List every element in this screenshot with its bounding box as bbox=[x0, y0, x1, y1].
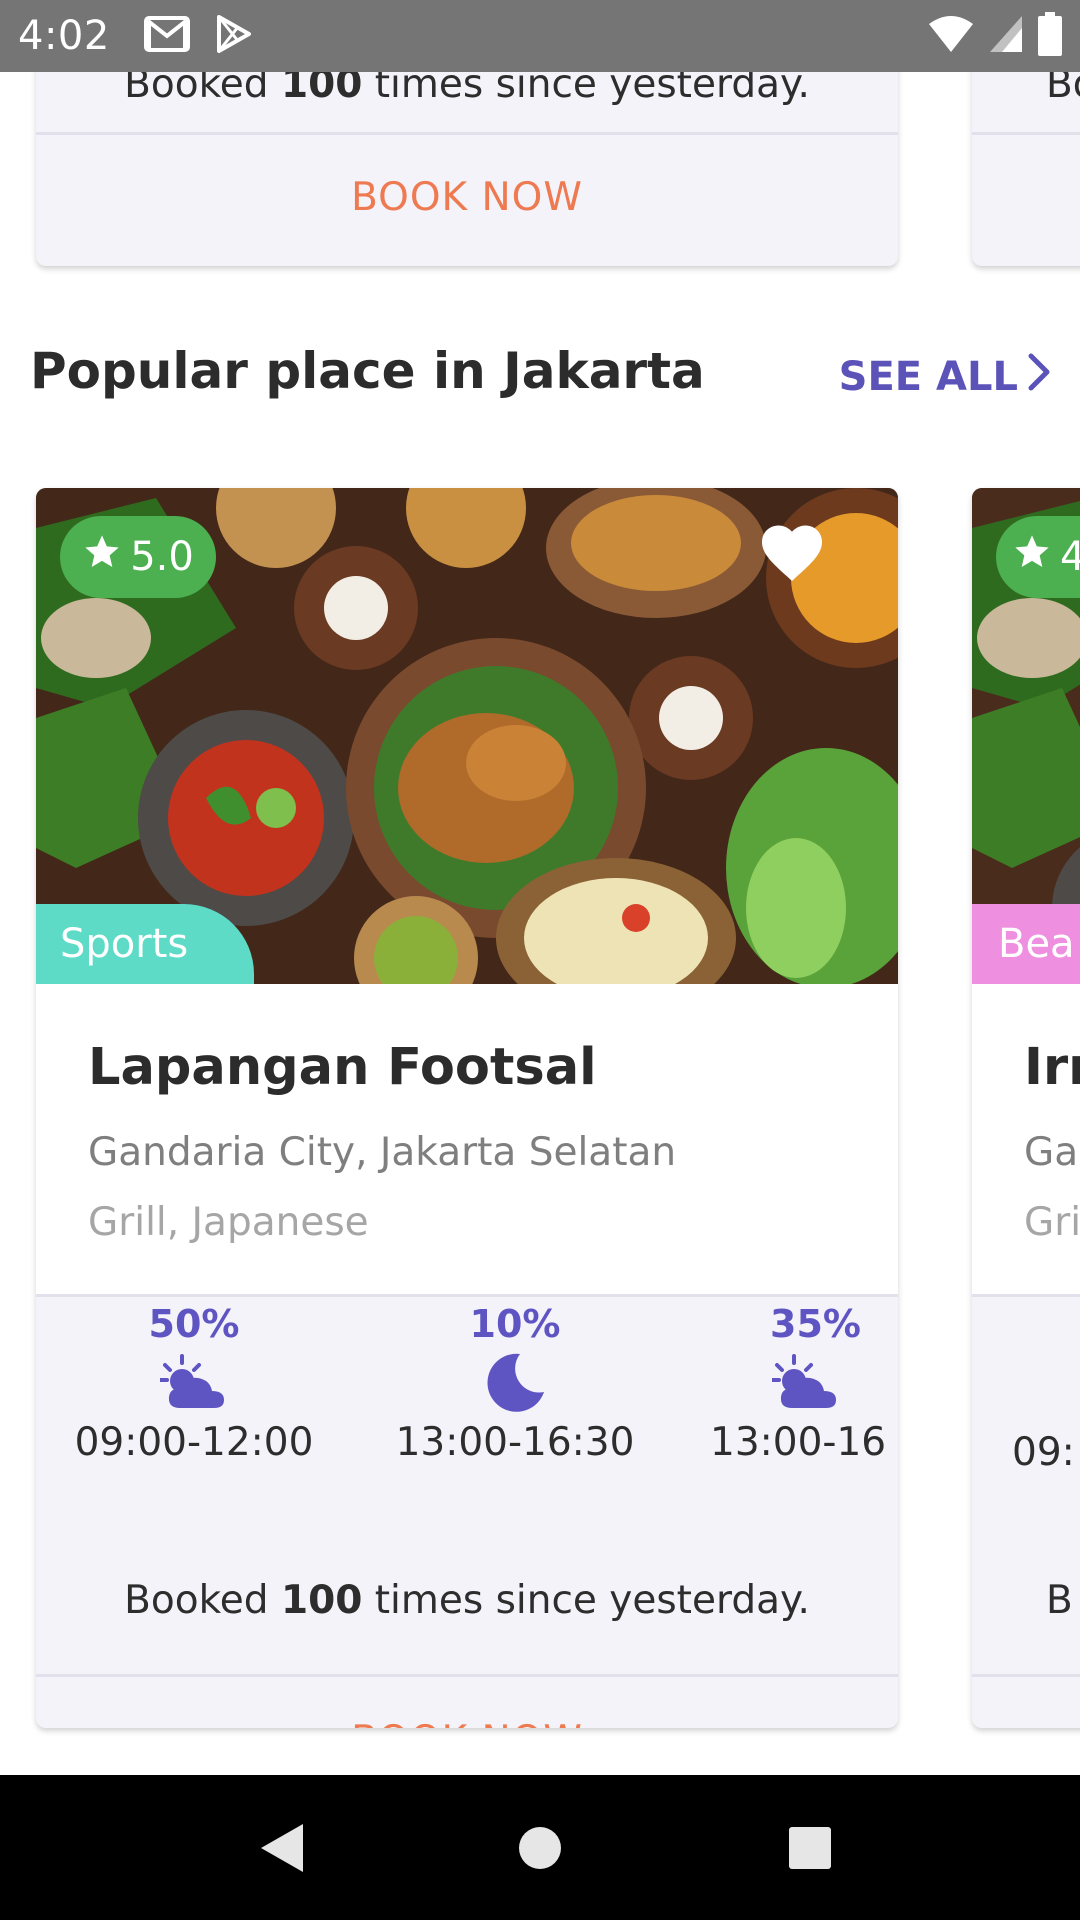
home-button[interactable] bbox=[490, 1775, 590, 1920]
divider bbox=[36, 1674, 898, 1677]
place-name: Lapangan Footsal bbox=[88, 1038, 597, 1097]
place-name: Irr bbox=[1024, 1038, 1080, 1097]
rating-value: 4 bbox=[1060, 534, 1080, 580]
wifi-icon bbox=[928, 14, 974, 58]
slot-time: 13:00-16:30 bbox=[395, 1420, 635, 1465]
section-title: Popular place in Jakarta bbox=[30, 342, 705, 400]
system-nav-bar bbox=[0, 1775, 1080, 1920]
category-tag: Bea bbox=[972, 904, 1080, 984]
partly-cloudy-icon bbox=[706, 1346, 898, 1420]
divider bbox=[972, 1294, 1080, 1297]
back-button[interactable] bbox=[232, 1775, 332, 1920]
place-cuisine: Gri bbox=[1024, 1200, 1080, 1245]
top-card-book-now-button[interactable]: BOOK NOW bbox=[36, 175, 898, 220]
category-tag: Sports bbox=[36, 904, 254, 984]
slot-percent: 10% bbox=[469, 1302, 561, 1346]
slot-percent: 35% bbox=[770, 1302, 861, 1346]
booked-text: B bbox=[1046, 1578, 1073, 1623]
divider bbox=[36, 132, 898, 135]
divider bbox=[972, 132, 1080, 135]
battery-icon bbox=[1038, 12, 1062, 60]
status-time: 4:02 bbox=[18, 13, 110, 59]
time-slot[interactable]: 35% 13:00-16 bbox=[706, 1302, 898, 1465]
favorite-heart-icon[interactable] bbox=[756, 518, 828, 588]
slot-percent: 50% bbox=[148, 1302, 240, 1346]
partly-cloudy-icon bbox=[64, 1346, 324, 1420]
gmail-icon bbox=[143, 16, 190, 56]
top-card-next: Bo bbox=[972, 72, 1080, 266]
star-icon bbox=[82, 532, 122, 582]
see-all-label: SEE ALL bbox=[838, 354, 1018, 400]
top-card: Booked 100 times since yesterday. BOOK N… bbox=[36, 72, 898, 266]
chevron-right-icon bbox=[1026, 352, 1052, 402]
cell-signal-icon bbox=[988, 14, 1024, 58]
rating-badge: 4 bbox=[996, 516, 1080, 598]
place-location: Gandaria City, Jakarta Selatan bbox=[88, 1130, 677, 1175]
place-image: 4 Bea bbox=[972, 488, 1080, 984]
recents-button[interactable] bbox=[760, 1775, 860, 1920]
play-store-icon bbox=[216, 15, 252, 57]
rating-badge: 5.0 bbox=[60, 516, 216, 598]
place-card-next[interactable]: 4 Bea Irr Ga Gri 09: B bbox=[972, 488, 1080, 1728]
place-location: Ga bbox=[1024, 1130, 1079, 1175]
top-card-next-text: Bo bbox=[1046, 72, 1080, 107]
see-all-button[interactable]: SEE ALL bbox=[839, 352, 1052, 402]
time-slot[interactable]: 50% 09:00-12:00 bbox=[64, 1302, 324, 1465]
top-card-booked-text: Booked 100 times since yesterday. bbox=[124, 72, 810, 107]
divider bbox=[972, 1674, 1080, 1677]
star-icon bbox=[1012, 532, 1052, 582]
booked-text: Booked 100 times since yesterday. bbox=[124, 1578, 810, 1623]
place-card[interactable]: 5.0 Sports Lapangan Footsal Gandaria Cit… bbox=[36, 488, 898, 1728]
time-slot[interactable]: 10% 13:00-16:30 bbox=[385, 1302, 645, 1465]
divider bbox=[36, 1294, 898, 1297]
status-bar: 4:02 bbox=[0, 0, 1080, 72]
slot-time: 09: bbox=[1012, 1430, 1075, 1475]
slot-time: 13:00-16 bbox=[710, 1420, 887, 1465]
place-cuisine: Grill, Japanese bbox=[88, 1200, 369, 1245]
place-info: Lapangan Footsal Gandaria City, Jakarta … bbox=[36, 984, 898, 1294]
slot-time: 09:00-12:00 bbox=[74, 1420, 314, 1465]
place-info: Irr Ga Gri bbox=[972, 984, 1080, 1294]
place-image: 5.0 Sports bbox=[36, 488, 898, 984]
moon-icon bbox=[385, 1346, 645, 1420]
rating-value: 5.0 bbox=[130, 534, 194, 580]
book-now-button[interactable]: BOOK NOW bbox=[36, 1718, 898, 1728]
scroll-content[interactable]: Booked 100 times since yesterday. BOOK N… bbox=[0, 72, 1080, 1775]
